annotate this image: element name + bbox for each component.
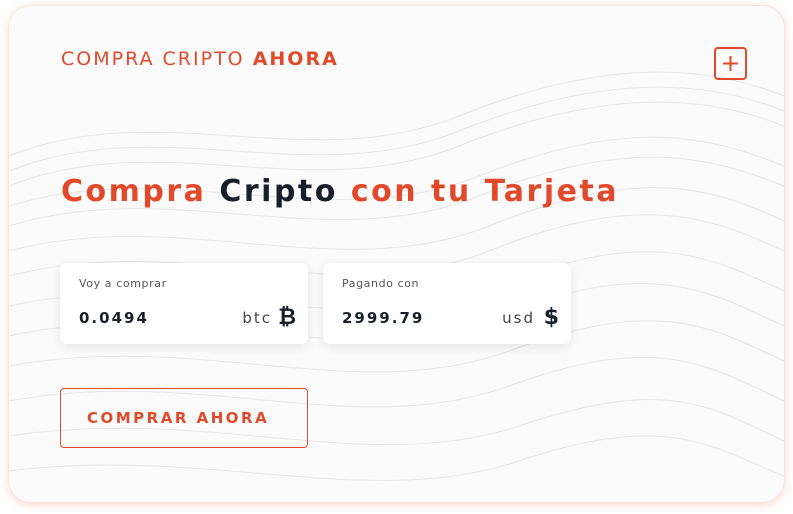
pay-currency-unit: usd	[502, 309, 535, 327]
pay-amount-field[interactable]: Pagando con 2999.79 usd $	[323, 263, 571, 344]
bitcoin-icon: ₿	[278, 305, 296, 330]
headline-part-1: Compra	[61, 174, 207, 209]
pay-amount-value[interactable]: 2999.79	[342, 309, 424, 327]
headline-part-3: con tu Tarjeta	[350, 174, 620, 209]
brand-title: COMPRA CRIPTO AHORA	[61, 48, 339, 70]
buy-currency-unit: btc	[242, 309, 272, 327]
dollar-icon: $	[543, 305, 559, 330]
buy-amount-field[interactable]: Voy a comprar 0.0494 btc ₿	[60, 263, 308, 344]
brand-title-bold: AHORA	[252, 48, 339, 70]
brand-title-light: COMPRA CRIPTO	[61, 48, 245, 70]
buy-amount-label: Voy a comprar	[79, 277, 167, 290]
buy-amount-value[interactable]: 0.0494	[79, 309, 149, 327]
page-headline: Compra Cripto con tu Tarjeta	[61, 174, 619, 209]
expand-button[interactable]	[714, 47, 747, 80]
buy-now-button[interactable]: COMPRAR AHORA	[60, 388, 308, 448]
plus-icon	[723, 56, 738, 71]
headline-part-2: Cripto	[219, 174, 338, 209]
purchase-card: COMPRA CRIPTO AHORA Compra Cripto con tu…	[9, 6, 784, 502]
pay-amount-label: Pagando con	[342, 277, 420, 290]
